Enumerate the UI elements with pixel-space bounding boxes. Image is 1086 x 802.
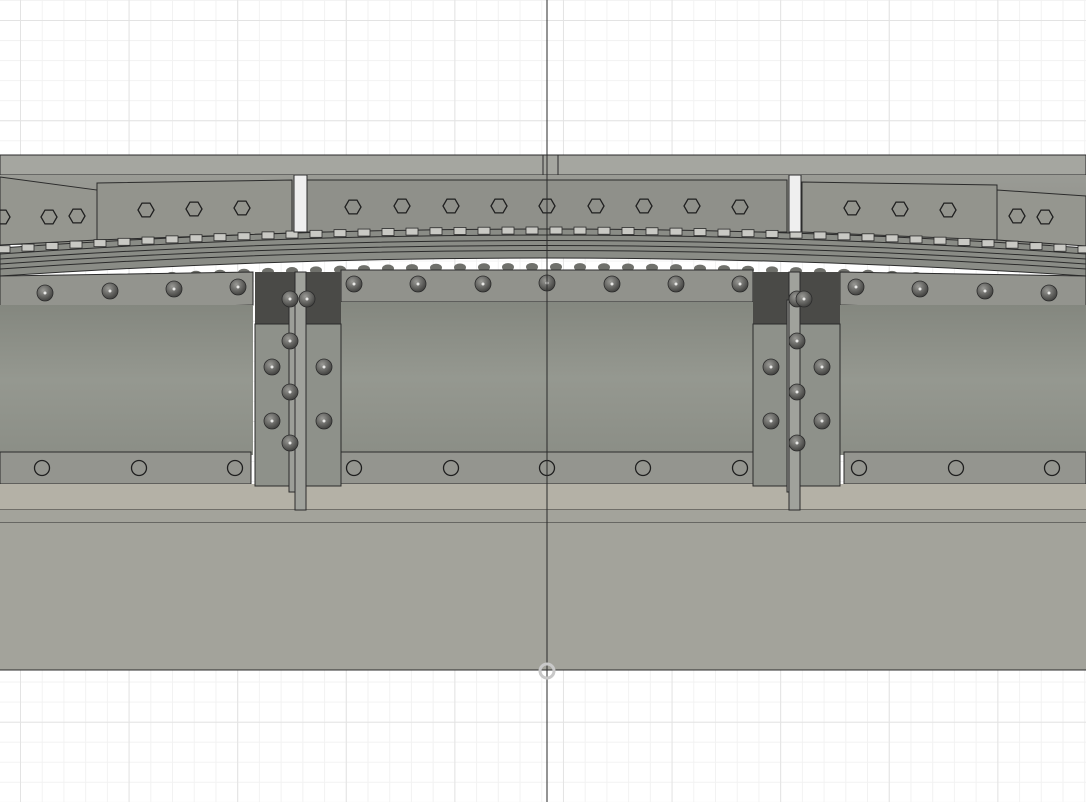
bolt-highlight — [820, 419, 824, 423]
rail-clip — [1053, 243, 1067, 252]
rail-clip — [477, 226, 491, 235]
rail-clip — [693, 228, 707, 236]
bolt-highlight — [769, 419, 773, 423]
rail-clip — [669, 227, 683, 236]
bolt-highlight — [481, 282, 485, 286]
bolt-highlight — [918, 287, 922, 291]
bolt-highlight — [820, 365, 824, 369]
rail-clip — [429, 227, 443, 236]
rail-clip — [621, 227, 635, 235]
rail-clip — [741, 229, 755, 238]
rail-clip — [357, 228, 371, 237]
rail-clip — [237, 232, 251, 241]
bolt-highlight — [802, 297, 806, 301]
bolt-highlight — [352, 282, 356, 286]
rail-clip — [117, 237, 131, 246]
rail-clip — [45, 242, 59, 250]
bolt-highlight — [43, 291, 47, 295]
rail-clip — [501, 226, 515, 235]
rail-clip — [981, 239, 995, 248]
bolt-highlight — [795, 390, 799, 394]
bolt-highlight — [795, 441, 799, 445]
rail-clip — [189, 234, 203, 243]
bolt-highlight — [854, 285, 858, 289]
bolt-highlight — [416, 282, 420, 286]
rail-clip — [573, 226, 587, 235]
model-view[interactable] — [0, 0, 1086, 802]
bolt-highlight — [322, 419, 326, 423]
bolt-highlight — [769, 365, 773, 369]
rail-clip — [1077, 245, 1086, 254]
rail-clip — [957, 238, 971, 246]
rail-clip — [885, 234, 899, 243]
bolt-highlight — [270, 365, 274, 369]
rail-clip — [165, 235, 179, 244]
bolt-highlight — [108, 289, 112, 293]
rail-clip — [1029, 242, 1043, 251]
rail-clip — [69, 240, 83, 249]
rail-clip — [333, 229, 347, 238]
top-flange[interactable] — [0, 154, 1086, 176]
bolt-highlight — [1047, 291, 1051, 295]
rail-clip — [381, 228, 395, 236]
rail-clip — [453, 227, 467, 235]
bolt-highlight — [795, 339, 799, 343]
bolt-highlight — [288, 441, 292, 445]
bolt-highlight — [288, 297, 292, 301]
rail-clip — [525, 226, 539, 235]
bolt-highlight — [674, 282, 678, 286]
rail-clip — [213, 233, 227, 242]
rail-clip — [309, 229, 323, 238]
rail-clip — [141, 236, 155, 245]
bolt-highlight — [738, 282, 742, 286]
rail-clip — [0, 245, 11, 254]
bolt-highlight — [270, 419, 274, 423]
bolt-highlight — [288, 339, 292, 343]
rail-clip — [837, 232, 851, 241]
rail-clip — [1005, 240, 1019, 249]
rail-clip — [717, 228, 731, 237]
base-slab[interactable] — [0, 484, 1086, 671]
rail-clip — [261, 231, 275, 240]
bolt-highlight — [236, 285, 240, 289]
rail-clip — [909, 235, 923, 244]
rail-clip — [93, 239, 107, 248]
bolt-highlight — [172, 287, 176, 291]
bolt-highlight — [983, 289, 987, 293]
rail-clip — [765, 229, 779, 238]
bolt-highlight — [288, 390, 292, 394]
rail-clip — [813, 231, 827, 240]
bolt-highlight — [305, 297, 309, 301]
rail-clip — [597, 226, 611, 235]
rail-clip — [861, 233, 875, 242]
web-panels[interactable] — [0, 302, 1086, 455]
rail-clip — [405, 227, 419, 236]
rail-clip — [549, 226, 563, 235]
canvas-grid[interactable] — [0, 0, 1086, 802]
bottom-flange-bars[interactable] — [0, 451, 1086, 485]
rail-clip — [933, 236, 947, 245]
rail-clip — [21, 243, 35, 252]
rail-clip — [645, 227, 659, 236]
bolt-highlight — [610, 282, 614, 286]
bolt-highlight — [322, 365, 326, 369]
